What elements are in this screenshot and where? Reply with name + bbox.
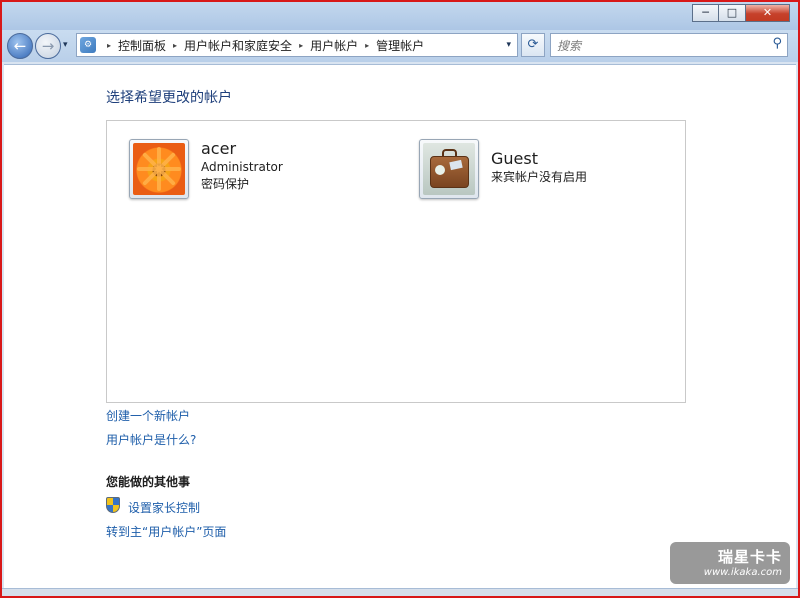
- caption-buttons: ─ □ ✕: [692, 4, 790, 22]
- other-tasks-heading: 您能做的其他事: [106, 475, 191, 489]
- main-user-accounts-page-link[interactable]: 转到主“用户帐户”页面: [106, 523, 226, 540]
- minimize-button[interactable]: ─: [692, 4, 719, 22]
- search-placeholder: 搜索: [557, 39, 582, 53]
- navigation-bar: ← → ▾ ⚙ ▸ 控制面板 ▸ 用户帐户和家庭安全 ▸ 用户帐户 ▸ 管理帐户…: [2, 30, 798, 62]
- breadcrumb-separator-icon[interactable]: ▸: [299, 41, 303, 50]
- watermark-logo: 瑞星卡卡 www.ikaka.com: [670, 542, 790, 584]
- breadcrumb-control-panel[interactable]: 控制面板: [118, 37, 166, 54]
- account-details: acer Administrator 密码保护: [201, 139, 283, 193]
- account-tile-acer[interactable]: acer Administrator 密码保护: [129, 139, 283, 199]
- account-name[interactable]: acer: [201, 139, 283, 159]
- recent-pages-dropdown-icon[interactable]: ▾: [63, 40, 68, 50]
- content-pane: 选择希望更改的帐户 acer Administrator 密码保护 Guest …: [4, 64, 796, 590]
- address-bar[interactable]: ⚙ ▸ 控制面板 ▸ 用户帐户和家庭安全 ▸ 用户帐户 ▸ 管理帐户 ▾: [76, 33, 518, 57]
- watermark-brand: 瑞星卡卡: [717, 548, 782, 566]
- uac-shield-icon: [106, 497, 120, 513]
- account-type: Administrator: [201, 160, 283, 174]
- account-tile-guest[interactable]: Guest 来宾帐户没有启用: [419, 139, 587, 199]
- breadcrumb-user-accounts-family-safety[interactable]: 用户帐户和家庭安全: [184, 37, 292, 54]
- maximize-button[interactable]: □: [719, 4, 746, 22]
- create-account-link[interactable]: 创建一个新帐户: [106, 407, 190, 424]
- account-details: Guest 来宾帐户没有启用: [491, 149, 587, 186]
- page-title: 选择希望更改的帐户: [106, 90, 232, 106]
- account-status: 密码保护: [201, 177, 250, 191]
- account-picture-suitcase[interactable]: [419, 139, 479, 199]
- what-is-user-account-link[interactable]: 用户帐户是什么?: [106, 431, 196, 448]
- breadcrumb-separator-icon[interactable]: ▸: [173, 41, 177, 50]
- parental-controls-link[interactable]: 设置家长控制: [128, 499, 200, 516]
- breadcrumb-user-accounts[interactable]: 用户帐户: [310, 37, 358, 54]
- status-strip: [2, 588, 798, 596]
- suitcase-icon: [423, 143, 475, 195]
- address-dropdown-icon[interactable]: ▾: [506, 40, 511, 50]
- watermark-url: www.ikaka.com: [703, 567, 782, 578]
- search-icon[interactable]: ⚲: [772, 36, 782, 51]
- back-button[interactable]: ←: [7, 33, 33, 59]
- search-input[interactable]: 搜索 ⚲: [550, 33, 788, 57]
- close-button[interactable]: ✕: [746, 4, 790, 22]
- accounts-list: acer Administrator 密码保护 Guest 来宾帐户没有启用: [106, 120, 686, 403]
- account-status: 来宾帐户没有启用: [491, 170, 588, 184]
- forward-button[interactable]: →: [35, 33, 61, 59]
- orange-flower-icon: [133, 143, 185, 195]
- breadcrumb-separator-icon[interactable]: ▸: [365, 41, 369, 50]
- control-panel-icon: ⚙: [80, 37, 96, 53]
- breadcrumb-separator-icon[interactable]: ▸: [107, 41, 111, 50]
- refresh-button[interactable]: ⟳: [521, 33, 545, 57]
- breadcrumb-manage-accounts[interactable]: 管理帐户: [376, 37, 424, 54]
- account-name[interactable]: Guest: [491, 149, 587, 169]
- account-picture-flower[interactable]: [129, 139, 189, 199]
